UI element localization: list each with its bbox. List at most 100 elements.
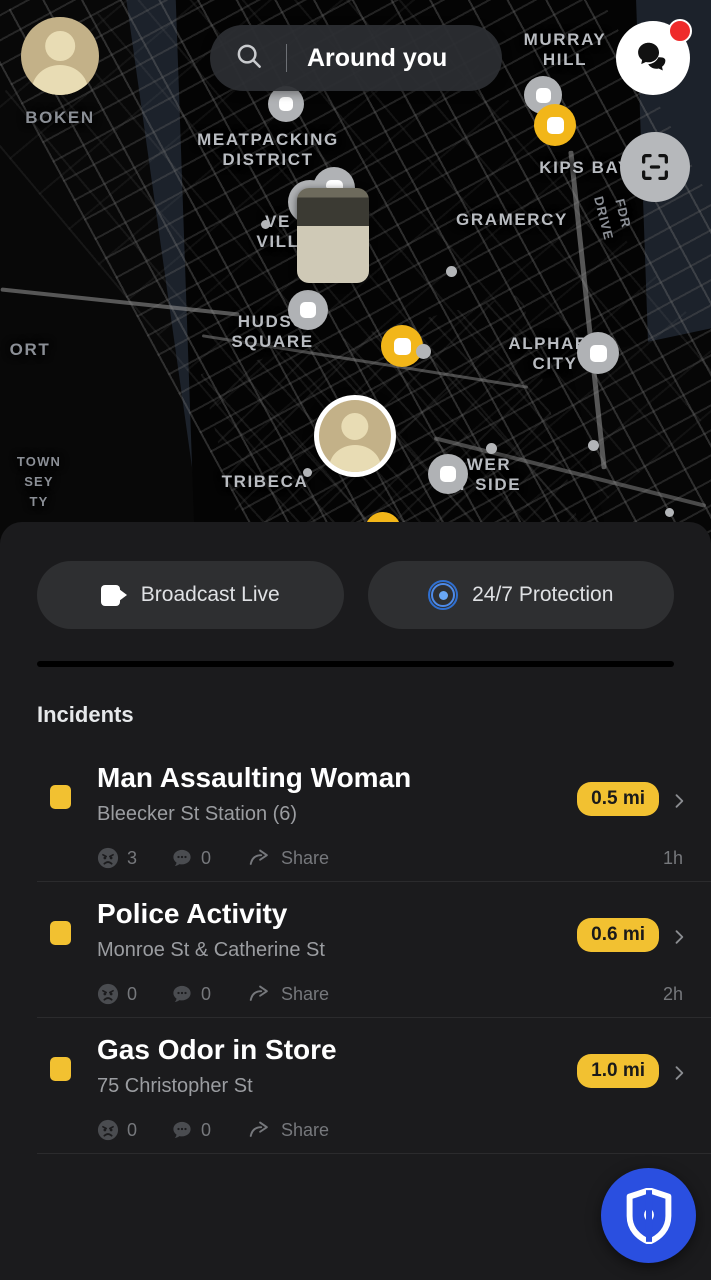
- incident-meta-row: 3 0 Share 1h: [97, 847, 683, 869]
- reaction-button[interactable]: 0: [97, 983, 137, 1005]
- reaction-count: 3: [127, 847, 138, 868]
- citizen-shield-fab[interactable]: [601, 1168, 696, 1263]
- incident-time: 2h: [662, 983, 683, 1004]
- comment-button[interactable]: 0: [171, 983, 211, 1005]
- map-dot-marker: [486, 443, 497, 454]
- quick-action-row: Broadcast Live 24/7 Protection: [0, 522, 711, 629]
- comment-count: 0: [201, 983, 212, 1004]
- broadcast-live-button[interactable]: Broadcast Live: [37, 561, 344, 629]
- avatar-head: [45, 31, 75, 61]
- broadcast-live-label: Broadcast Live: [140, 583, 280, 606]
- incident-list-item[interactable]: Police Activity Monroe St & Catherine St…: [0, 882, 711, 1018]
- chat-button[interactable]: [616, 19, 692, 95]
- reaction-button[interactable]: 0: [97, 1119, 137, 1141]
- angry-face-icon: [97, 847, 119, 869]
- incident-list-item[interactable]: Gas Odor in Store 75 Christopher St 0 0 …: [0, 1018, 711, 1154]
- reaction-count: 0: [127, 1119, 138, 1140]
- bottom-sheet[interactable]: Broadcast Live 24/7 Protection Incidents…: [0, 522, 711, 1280]
- avatar-body: [31, 65, 89, 95]
- incident-title: Police Activity: [97, 898, 288, 929]
- map-dot-marker: [261, 220, 270, 229]
- chat-unread-badge: [668, 19, 692, 43]
- avatar-head: [341, 412, 369, 441]
- search-icon: [234, 41, 264, 76]
- search-bar[interactable]: Around you: [210, 25, 502, 91]
- comment-count: 0: [201, 1119, 212, 1140]
- map-incident-pin[interactable]: [534, 104, 576, 146]
- map-dot-marker: [303, 468, 312, 477]
- chat-bubble-icon: [638, 42, 666, 71]
- map-canvas[interactable]: BOKEN MEATPACKING DISTRICT MURRAY HILL KIPS…: [0, 0, 711, 560]
- reaction-button[interactable]: 3: [97, 847, 137, 869]
- search-divider: [286, 44, 287, 72]
- map-incident-pin[interactable]: [268, 86, 304, 122]
- protection-247-button[interactable]: 24/7 Protection: [367, 561, 674, 629]
- protection-247-label: 24/7 Protection: [472, 583, 614, 606]
- incident-time: 1h: [662, 847, 683, 868]
- pin-square-icon: [440, 466, 456, 482]
- chevron-right-icon: [675, 794, 684, 808]
- incident-title: Gas Odor in Store: [97, 1034, 337, 1065]
- search-query-text: Around you: [307, 43, 448, 72]
- recenter-frame-icon: [642, 154, 668, 180]
- avatar: [319, 400, 391, 472]
- incident-list: Man Assaulting Woman Bleecker St Station…: [0, 746, 711, 1154]
- incident-distance-badge: 1.0 mi: [577, 1054, 659, 1088]
- share-button[interactable]: Share: [247, 847, 329, 869]
- comment-button[interactable]: 0: [171, 847, 211, 869]
- map-incident-pin[interactable]: [577, 332, 619, 374]
- user-location-marker[interactable]: [314, 395, 396, 477]
- share-button[interactable]: Share: [247, 1119, 329, 1141]
- incident-chevron[interactable]: [669, 786, 689, 821]
- pin-square-icon: [393, 337, 411, 355]
- incident-distance-badge: 0.5 mi: [577, 782, 659, 816]
- incident-meta-row: 0 0 Share: [97, 1119, 577, 1141]
- comment-bubble-icon: [173, 849, 191, 866]
- map-dot-marker: [665, 508, 674, 517]
- avatar-body: [329, 444, 381, 472]
- pin-square-icon: [300, 302, 316, 318]
- incident-list-item[interactable]: Man Assaulting Woman Bleecker St Station…: [0, 746, 711, 882]
- angry-face-icon: [97, 1119, 119, 1141]
- incident-distance-badge: 0.6 mi: [577, 918, 659, 952]
- share-button[interactable]: Share: [247, 983, 329, 1005]
- share-label: Share: [281, 983, 330, 1004]
- share-arrow-icon: [249, 985, 268, 1001]
- sheet-drag-handle[interactable]: [37, 661, 674, 667]
- incident-chevron[interactable]: [669, 1058, 689, 1093]
- incident-meta-row: 0 0 Share 2h: [97, 983, 683, 1005]
- comment-bubble-icon: [173, 1121, 191, 1138]
- incident-severity-marker: [47, 918, 73, 948]
- photo-marker[interactable]: [297, 188, 369, 283]
- share-label: Share: [281, 847, 330, 868]
- incident-location: Monroe St & Catherine St: [97, 939, 325, 961]
- list-divider: [37, 1153, 711, 1154]
- pin-square-icon: [546, 116, 564, 134]
- map-incident-pin[interactable]: [288, 290, 328, 330]
- incident-severity-marker: [47, 782, 73, 812]
- recenter-button[interactable]: [620, 132, 690, 202]
- incident-location: Bleecker St Station (6): [97, 803, 298, 825]
- incident-title: Man Assaulting Woman: [97, 762, 412, 793]
- pin-square-icon: [589, 344, 607, 362]
- incident-severity-marker: [47, 1054, 73, 1084]
- friend-avatar-marker[interactable]: [21, 17, 99, 95]
- pin-square-icon: [535, 87, 551, 103]
- incidents-section-title: Incidents: [37, 702, 134, 727]
- map-dot-marker: [416, 344, 431, 359]
- radar-shield-icon: [428, 580, 459, 610]
- comment-count: 0: [201, 847, 212, 868]
- chevron-right-icon: [675, 930, 684, 944]
- map-dot-marker: [588, 440, 599, 451]
- reaction-count: 0: [127, 983, 138, 1004]
- share-arrow-icon: [249, 849, 268, 865]
- comment-button[interactable]: 0: [171, 1119, 211, 1141]
- pin-square-icon: [279, 97, 293, 111]
- share-label: Share: [281, 1119, 330, 1140]
- map-incident-pin[interactable]: [428, 454, 468, 494]
- video-camera-icon: [100, 584, 127, 606]
- chevron-right-icon: [675, 1066, 684, 1080]
- incident-chevron[interactable]: [669, 922, 689, 957]
- share-arrow-icon: [249, 1121, 268, 1137]
- incident-location: 75 Christopher St: [97, 1075, 253, 1097]
